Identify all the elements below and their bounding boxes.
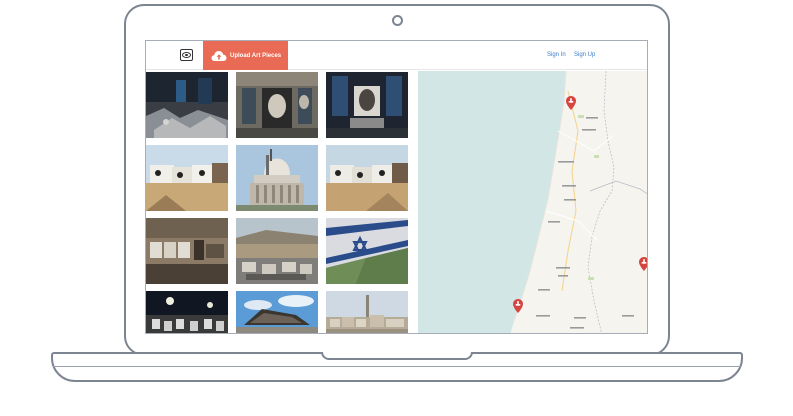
art-thumbnail[interactable]	[326, 291, 408, 333]
art-thumbnail[interactable]	[236, 145, 318, 211]
art-gallery-grid	[146, 71, 418, 333]
upload-button-label: Upload Art Pieces	[230, 52, 282, 59]
art-thumbnail[interactable]	[236, 218, 318, 284]
art-thumbnail[interactable]	[326, 145, 408, 211]
map-view[interactable]	[418, 71, 647, 333]
map-pin-icon[interactable]	[566, 96, 576, 110]
laptop-notch	[321, 352, 473, 360]
art-thumbnail[interactable]	[236, 72, 318, 138]
art-thumbnail[interactable]	[146, 72, 228, 138]
laptop-mockup: Upload Art Pieces Sign In Sign Up	[0, 0, 793, 416]
map-pin-icon[interactable]	[513, 299, 523, 313]
eye-icon[interactable]	[180, 49, 193, 61]
app-screen: Upload Art Pieces Sign In Sign Up	[145, 40, 648, 334]
art-thumbnail[interactable]	[326, 72, 408, 138]
sign-in-link[interactable]: Sign In	[547, 52, 566, 58]
laptop-base-divider	[53, 366, 741, 367]
art-thumbnail[interactable]	[146, 145, 228, 211]
art-thumbnail[interactable]	[146, 291, 228, 333]
camera-icon	[392, 15, 403, 26]
art-thumbnail[interactable]	[146, 218, 228, 284]
map-pin-icon[interactable]	[639, 257, 647, 271]
sign-up-link[interactable]: Sign Up	[574, 52, 595, 58]
art-thumbnail[interactable]	[326, 218, 408, 284]
navbar: Upload Art Pieces Sign In Sign Up	[146, 41, 647, 70]
upload-art-button[interactable]: Upload Art Pieces	[203, 41, 288, 70]
art-thumbnail[interactable]	[236, 291, 318, 333]
cloud-upload-icon	[211, 50, 227, 61]
